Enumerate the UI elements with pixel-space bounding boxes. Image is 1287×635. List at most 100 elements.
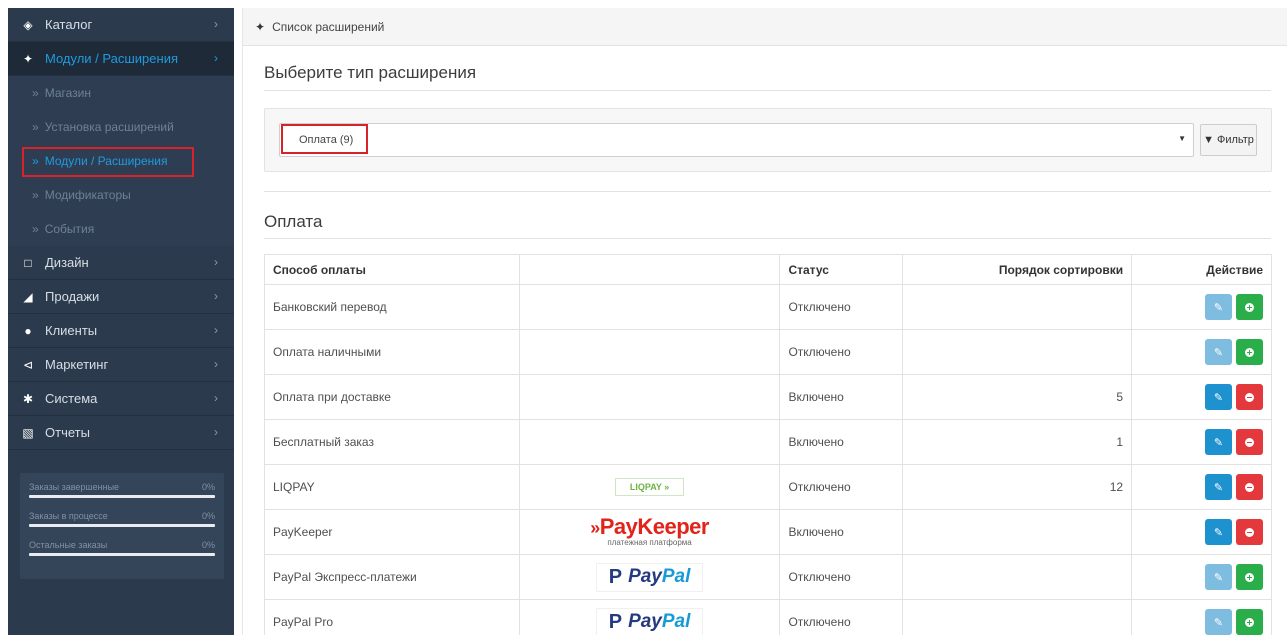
- progress-bar: [29, 524, 215, 527]
- actions-cell: ✎: [1131, 419, 1272, 465]
- divider: [264, 238, 1271, 239]
- uninstall-button[interactable]: [1236, 429, 1263, 455]
- sidebar-item-label: Отчеты: [45, 425, 90, 440]
- paypal-logo-pal: Pal: [661, 611, 691, 632]
- minus-circle-icon: [1245, 437, 1254, 447]
- edit-button[interactable]: ✎: [1205, 564, 1232, 590]
- sidebar-item-label: Дизайн: [45, 255, 89, 270]
- submenu-label: Установка расширений: [44, 120, 174, 134]
- paykeeper-logo-subtitle: платежная платформа: [607, 538, 692, 547]
- payment-logo-cell: [518, 419, 781, 465]
- sidebar-item-marketing[interactable]: ⊲ Маркетинг ›: [8, 348, 234, 382]
- actions-cell: ✎: [1131, 284, 1272, 330]
- liqpay-logo-text: LIQPAY: [629, 482, 662, 492]
- sort-order-cell: [902, 599, 1133, 635]
- sort-order-cell: 1: [902, 419, 1133, 465]
- paypal-logo-pay: Pay: [628, 566, 662, 587]
- submenu-item-store[interactable]: » Магазин: [8, 76, 234, 110]
- stat-value: 0%: [201, 482, 215, 492]
- minus-circle-icon: [1245, 527, 1254, 537]
- edit-button[interactable]: ✎: [1205, 339, 1232, 365]
- filter-button[interactable]: ▼ Фильтр: [1200, 124, 1257, 156]
- plus-circle-icon: [1245, 572, 1254, 582]
- submenu-item-events[interactable]: » События: [8, 212, 234, 246]
- table-row: LIQPAY LIQPAY » Отключено 12 ✎: [264, 464, 1272, 510]
- extension-type-select[interactable]: Оплата (9) ▼: [279, 123, 1194, 157]
- table-row: Бесплатный заказ Включено 1 ✎: [264, 419, 1272, 465]
- chevron-double-icon: »: [32, 120, 39, 134]
- sidebar-item-sales[interactable]: ◢ Продажи ›: [8, 280, 234, 314]
- actions-cell: ✎: [1131, 374, 1272, 420]
- puzzle-icon: ✦: [22, 51, 34, 66]
- share-icon: ⊲: [22, 357, 34, 372]
- payment-method-name: LIQPAY: [264, 464, 520, 510]
- payment-logo-cell: LIQPAY »: [518, 464, 781, 510]
- submenu-item-extensions[interactable]: » Модули / Расширения: [8, 144, 234, 178]
- paypal-p-icon: P: [608, 610, 623, 633]
- filter-label: Фильтр: [1216, 134, 1254, 146]
- edit-button[interactable]: ✎: [1205, 384, 1232, 410]
- pencil-icon: ✎: [1213, 301, 1224, 314]
- uninstall-button[interactable]: [1236, 384, 1263, 410]
- pencil-icon: ✎: [1213, 571, 1224, 584]
- column-header: Действие: [1131, 254, 1272, 285]
- install-button[interactable]: [1236, 294, 1263, 320]
- sidebar-submenu: » Магазин » Установка расширений » Модули /…: [8, 76, 234, 246]
- install-button[interactable]: [1236, 564, 1263, 590]
- submenu-label: Модификаторы: [44, 188, 131, 202]
- status-cell: Отключено: [779, 284, 904, 330]
- payment-logo-cell: P PayPal: [518, 599, 781, 635]
- sidebar-item-label: Маркетинг: [45, 357, 109, 372]
- submenu-label: Магазин: [44, 86, 91, 100]
- column-header[interactable]: Способ оплаты: [264, 254, 520, 285]
- column-header[interactable]: Статус: [779, 254, 904, 285]
- edit-button[interactable]: ✎: [1205, 429, 1232, 455]
- chevron-right-icon: ›: [214, 289, 218, 303]
- plus-circle-icon: [1245, 347, 1254, 357]
- pencil-icon: ✎: [1213, 526, 1224, 539]
- chevron-right-icon: ›: [214, 425, 218, 439]
- sort-order-cell: 5: [902, 374, 1133, 420]
- sidebar-item-extensions[interactable]: ✦ Модули / Расширения ›: [8, 42, 234, 76]
- stat-label: Заказы в процессе: [29, 511, 108, 521]
- divider: [264, 191, 1271, 192]
- sidebar-item-catalog[interactable]: ◈ Каталог ›: [8, 8, 234, 42]
- submenu-item-modifications[interactable]: » Модификаторы: [8, 178, 234, 212]
- edit-button[interactable]: ✎: [1205, 519, 1232, 545]
- edit-button[interactable]: ✎: [1205, 609, 1232, 635]
- install-button[interactable]: [1236, 609, 1263, 635]
- chevron-double-icon: »: [32, 154, 39, 168]
- sidebar-item-label: Система: [45, 391, 98, 406]
- paypal-logo-pay: Pay: [628, 611, 662, 632]
- table-row: Оплата наличными Отключено ✎: [264, 329, 1272, 375]
- payment-logo-cell: »PayKeeper платежная платформа: [518, 509, 781, 555]
- edit-button[interactable]: ✎: [1205, 474, 1232, 500]
- payment-method-name: Оплата наличными: [264, 329, 520, 375]
- status-cell: Отключено: [779, 599, 904, 635]
- edit-button[interactable]: ✎: [1205, 294, 1232, 320]
- table-row: PayPal Экспресс-платежи P PayPal Отключено ✎: [264, 554, 1272, 600]
- sidebar-item-label: Каталог: [45, 17, 93, 32]
- sidebar-item-system[interactable]: ✱ Система ›: [8, 382, 234, 416]
- payment-method-name: Банковский перевод: [264, 284, 520, 330]
- sidebar-item-label: Клиенты: [45, 323, 98, 338]
- install-button[interactable]: [1236, 339, 1263, 365]
- paykeeper-logo: »PayKeeper платежная платформа: [590, 516, 709, 547]
- uninstall-button[interactable]: [1236, 519, 1263, 545]
- chevron-right-icon: ›: [214, 391, 218, 405]
- sidebar-item-design[interactable]: □ Дизайн ›: [8, 246, 234, 280]
- uninstall-button[interactable]: [1236, 474, 1263, 500]
- submenu-item-installer[interactable]: » Установка расширений: [8, 110, 234, 144]
- sidebar-item-customers[interactable]: ● Клиенты ›: [8, 314, 234, 348]
- pencil-icon: ✎: [1213, 436, 1224, 449]
- sidebar-item-reports[interactable]: ▧ Отчеты ›: [8, 416, 234, 450]
- payment-table: Способ оплаты Статус Порядок сортировки …: [264, 254, 1272, 635]
- column-header[interactable]: Порядок сортировки: [902, 254, 1133, 285]
- table-row: PayKeeper »PayKeeper платежная платформа Вк…: [264, 509, 1272, 555]
- table-row: Банковский перевод Отключено ✎: [264, 284, 1272, 330]
- stat-label: Остальные заказы: [29, 540, 108, 550]
- actions-cell: ✎: [1131, 329, 1272, 375]
- table-row: Оплата при доставке Включено 5 ✎: [264, 374, 1272, 420]
- section-title: Оплата: [264, 212, 323, 231]
- table-row: PayPal Pro P PayPal Отключено ✎: [264, 599, 1272, 635]
